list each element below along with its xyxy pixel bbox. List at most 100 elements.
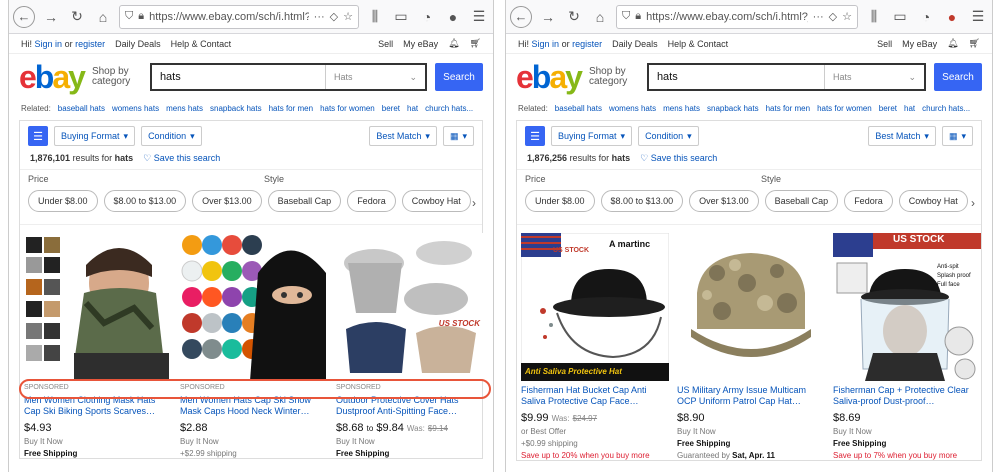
- chevron-right-icon[interactable]: ›: [472, 196, 476, 210]
- hamburger-menu-icon[interactable]: ☰: [968, 7, 988, 27]
- search-button[interactable]: Search: [435, 63, 483, 91]
- signin-link[interactable]: Sign in: [532, 39, 560, 49]
- search-category-select[interactable]: Hats ⌄: [325, 65, 425, 89]
- price-chip[interactable]: Under $8.00: [28, 190, 98, 212]
- price-chip[interactable]: $8.00 to $13.00: [103, 190, 187, 212]
- style-chip[interactable]: Baseball Cap: [764, 190, 839, 212]
- url-bar[interactable]: ⛉ 🔒︎ https://www.ebay.com/sch/i.html?_ ·…: [616, 4, 858, 29]
- save-search-button[interactable]: ♡ Save this search: [640, 153, 717, 164]
- home-icon[interactable]: ⌂: [93, 7, 113, 27]
- filter-menu-icon[interactable]: ☰: [28, 126, 48, 146]
- list-item[interactable]: SPONSORED Men Women Hats Cap Ski Snow Ma…: [180, 233, 328, 458]
- related-link[interactable]: hat: [407, 104, 418, 113]
- related-link[interactable]: hats for women: [817, 104, 872, 113]
- list-item[interactable]: US STOCK Anti-spit Splash proof Full fac…: [833, 233, 981, 460]
- buying-format-dropdown[interactable]: Buying Format ▾: [551, 126, 633, 146]
- extension-icon[interactable]: ●: [942, 7, 962, 27]
- style-chip[interactable]: Cowboy Hat: [898, 190, 968, 212]
- my-ebay-link[interactable]: My eBay: [403, 39, 438, 49]
- related-link[interactable]: hats for women: [320, 104, 375, 113]
- condition-dropdown[interactable]: Condition ▾: [638, 126, 699, 146]
- bell-icon[interactable]: 🔔︎: [448, 38, 459, 49]
- item-image[interactable]: [24, 233, 172, 381]
- reload-icon[interactable]: ↻: [564, 7, 584, 27]
- reload-icon[interactable]: ↻: [67, 7, 87, 27]
- related-link[interactable]: church hats...: [922, 104, 970, 113]
- forward-icon[interactable]: →: [41, 7, 61, 27]
- style-chip[interactable]: Fedora: [844, 190, 893, 212]
- search-input[interactable]: hats: [152, 71, 325, 83]
- shop-by-category[interactable]: Shop by category: [589, 67, 639, 87]
- related-link[interactable]: womens hats: [112, 104, 159, 113]
- view-toggle[interactable]: ▦ ▾: [442, 126, 474, 146]
- list-item[interactable]: SPONSORED Men Women Clothing Mask Hats C…: [24, 233, 172, 458]
- register-link[interactable]: register: [75, 39, 105, 49]
- style-chip[interactable]: Baseball Cap: [267, 190, 342, 212]
- list-item[interactable]: US STOCK A martinc Anti Saliva Protectiv…: [521, 233, 669, 460]
- sort-dropdown[interactable]: Best Match ▾: [868, 126, 936, 146]
- item-image[interactable]: US STOCK Anti-spit Splash proof Full fac…: [833, 233, 981, 381]
- help-contact-link[interactable]: Help & Contact: [668, 39, 729, 49]
- style-chip[interactable]: Fedora: [347, 190, 396, 212]
- search-category-select[interactable]: Hats ⌄: [824, 65, 924, 89]
- style-chip[interactable]: Cowboy Hat: [401, 190, 471, 212]
- sell-link[interactable]: Sell: [378, 39, 393, 49]
- item-image[interactable]: US STOCK A martinc Anti Saliva Protectiv…: [521, 233, 669, 381]
- home-icon[interactable]: ⌂: [590, 7, 610, 27]
- related-link[interactable]: mens hats: [166, 104, 203, 113]
- daily-deals-link[interactable]: Daily Deals: [612, 39, 658, 49]
- back-icon[interactable]: ←: [510, 5, 532, 28]
- item-title[interactable]: US Military Army Issue Multicam OCP Unif…: [677, 385, 825, 409]
- item-image[interactable]: [180, 233, 328, 381]
- related-link[interactable]: beret: [382, 104, 400, 113]
- related-link[interactable]: mens hats: [663, 104, 700, 113]
- list-item[interactable]: US Military Army Issue Multicam OCP Unif…: [677, 233, 825, 460]
- sell-link[interactable]: Sell: [877, 39, 892, 49]
- register-link[interactable]: register: [572, 39, 602, 49]
- screenshot-icon[interactable]: ◔: [417, 7, 437, 27]
- cart-icon[interactable]: 🛒︎: [470, 38, 481, 49]
- more-icon[interactable]: ···: [314, 11, 325, 23]
- item-image[interactable]: [677, 233, 825, 381]
- related-link[interactable]: hat: [904, 104, 915, 113]
- related-link[interactable]: baseball hats: [555, 104, 602, 113]
- sidebar-icon[interactable]: ▭: [890, 7, 910, 27]
- url-bar[interactable]: ⛉ 🔒︎ https://www.ebay.com/sch/i.html?_ ·…: [119, 4, 359, 29]
- search-button[interactable]: Search: [934, 63, 982, 91]
- pocket-icon[interactable]: ◇: [829, 10, 837, 23]
- related-link[interactable]: hats for men: [269, 104, 313, 113]
- price-chip[interactable]: $8.00 to $13.00: [600, 190, 684, 212]
- buying-format-dropdown[interactable]: Buying Format ▾: [54, 126, 136, 146]
- list-item[interactable]: US STOCK SPONSORED Outdoor Protective Co…: [336, 233, 484, 458]
- pocket-icon[interactable]: ◇: [330, 10, 338, 23]
- sidebar-icon[interactable]: ▭: [391, 7, 411, 27]
- my-ebay-link[interactable]: My eBay: [902, 39, 937, 49]
- bookmark-star-icon[interactable]: ☆: [343, 10, 353, 23]
- shop-by-category[interactable]: Shop by category: [92, 67, 142, 87]
- search-input[interactable]: hats: [649, 71, 824, 83]
- related-link[interactable]: baseball hats: [58, 104, 105, 113]
- view-toggle[interactable]: ▦ ▾: [941, 126, 973, 146]
- screenshot-icon[interactable]: ◔: [916, 7, 936, 27]
- cart-icon[interactable]: 🛒︎: [969, 38, 980, 49]
- library-icon[interactable]: ⫼: [365, 7, 385, 27]
- price-chip[interactable]: Over $13.00: [689, 190, 759, 212]
- library-icon[interactable]: ⫼: [864, 7, 884, 27]
- bookmark-star-icon[interactable]: ☆: [842, 10, 852, 23]
- condition-dropdown[interactable]: Condition ▾: [141, 126, 202, 146]
- related-link[interactable]: snapback hats: [210, 104, 262, 113]
- price-chip[interactable]: Under $8.00: [525, 190, 595, 212]
- save-search-button[interactable]: ♡ Save this search: [143, 153, 220, 164]
- price-chip[interactable]: Over $13.00: [192, 190, 262, 212]
- chevron-right-icon[interactable]: ›: [971, 196, 975, 210]
- hamburger-menu-icon[interactable]: ☰: [469, 7, 489, 27]
- related-link[interactable]: hats for men: [766, 104, 810, 113]
- more-icon[interactable]: ···: [813, 11, 824, 23]
- related-link[interactable]: womens hats: [609, 104, 656, 113]
- related-link[interactable]: beret: [879, 104, 897, 113]
- signin-link[interactable]: Sign in: [35, 39, 63, 49]
- sort-dropdown[interactable]: Best Match ▾: [369, 126, 437, 146]
- item-image[interactable]: US STOCK: [336, 233, 484, 381]
- ebay-logo[interactable]: ebay: [516, 59, 583, 96]
- daily-deals-link[interactable]: Daily Deals: [115, 39, 161, 49]
